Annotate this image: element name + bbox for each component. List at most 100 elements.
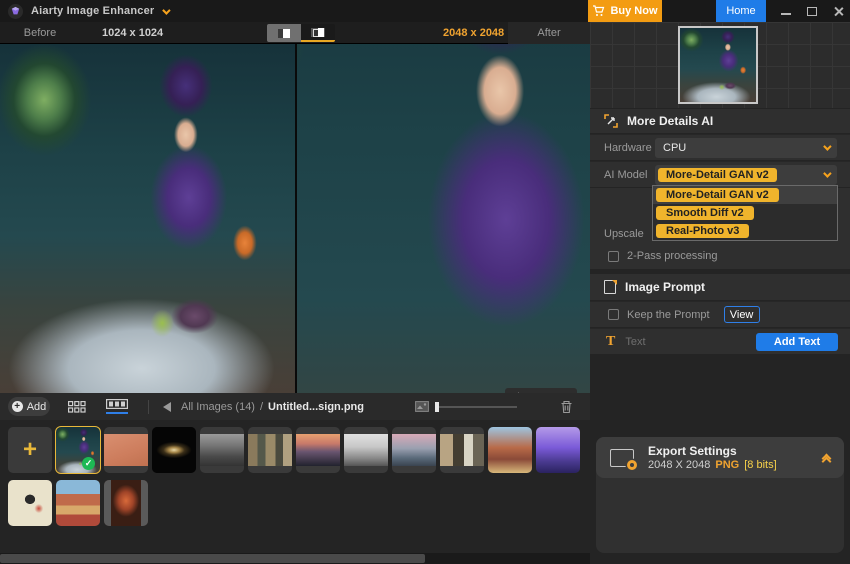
thumb-street-canyon[interactable] xyxy=(248,427,292,473)
cart-icon xyxy=(593,5,605,16)
thumb-facade-collage[interactable] xyxy=(440,427,484,473)
split-view-icon[interactable] xyxy=(301,24,335,42)
thumb-crow-illustration-image xyxy=(8,480,52,526)
thumb-dancers-monochrome-image xyxy=(344,434,388,466)
gear-icon xyxy=(627,459,637,470)
dropdown-option-1[interactable]: More-Detail GAN v2 xyxy=(653,186,837,204)
delete-image-icon[interactable] xyxy=(560,400,573,414)
thumb-selected-artwork[interactable]: ✓ xyxy=(55,426,101,474)
thumbnail-row-2 xyxy=(8,480,148,526)
thumb-street-scene-image xyxy=(56,480,100,526)
current-file-name: Untitled...sign.png xyxy=(268,400,364,413)
navigator-preview[interactable] xyxy=(590,22,850,108)
grid-view-icon[interactable] xyxy=(68,400,86,413)
two-pass-checkbox[interactable] xyxy=(608,250,619,262)
ai-model-label: AI Model xyxy=(604,168,648,181)
thumb-salmon-texture[interactable] xyxy=(104,427,148,473)
keep-prompt-checkbox[interactable] xyxy=(608,309,619,320)
slider-handle[interactable] xyxy=(435,401,439,412)
thumb-city-monochrome-image xyxy=(200,434,244,466)
before-image-pane[interactable] xyxy=(0,44,295,393)
close-icon[interactable] xyxy=(833,6,844,17)
image-prompt-title: Image Prompt xyxy=(625,280,706,294)
filmstrip-view-icon[interactable] xyxy=(106,399,128,414)
thumb-red-figure-image xyxy=(104,480,148,526)
export-format: PNG xyxy=(715,459,740,471)
thumb-city-monochrome[interactable] xyxy=(200,427,244,473)
app-title: Aiarty Image Enhancer xyxy=(31,5,155,17)
minimize-icon[interactable] xyxy=(781,8,791,15)
thumbnail-size-slider[interactable] xyxy=(435,401,517,412)
two-pass-label: 2-Pass processing xyxy=(627,250,718,262)
document-icon xyxy=(604,279,617,294)
thumb-city-neon[interactable] xyxy=(536,427,580,473)
after-dimensions: 2048 x 2048 xyxy=(443,26,505,39)
image-viewer: Refresh 18% xyxy=(0,44,590,393)
add-image-button[interactable]: + Add xyxy=(8,397,50,416)
thumb-sunset-ridge-image xyxy=(296,434,340,466)
thumb-galaxy[interactable] xyxy=(152,427,196,473)
add-text-button[interactable]: Add Text xyxy=(756,332,838,351)
add-image-tile[interactable] xyxy=(8,427,52,473)
thumb-city-neon-image xyxy=(536,427,580,473)
navigator-thumbnail[interactable] xyxy=(678,26,758,104)
dropdown-option-3[interactable]: Real-Photo v3 xyxy=(653,222,837,240)
plus-icon: + xyxy=(11,401,23,412)
selected-check-icon: ✓ xyxy=(82,457,95,470)
thumb-sunset-ridge[interactable] xyxy=(296,427,340,473)
view-prompt-button[interactable]: View xyxy=(723,306,760,323)
view-mode-toggles xyxy=(267,24,335,42)
thumb-salmon-texture-image xyxy=(104,434,148,466)
text-label: Text xyxy=(625,335,646,348)
ai-model-row: AI Model More-Detail GAN v2 xyxy=(590,161,850,187)
hardware-row: Hardware CPU xyxy=(590,134,850,160)
hardware-select[interactable]: CPU xyxy=(655,137,837,158)
home-button[interactable]: Home xyxy=(716,0,766,22)
chevron-down-icon xyxy=(823,168,832,178)
more-details-ai-header: More Details AI xyxy=(590,109,850,133)
horizontal-scrollbar-thumb[interactable] xyxy=(0,554,425,563)
keep-prompt-label: Keep the Prompt xyxy=(627,308,710,321)
back-arrow-icon[interactable] xyxy=(163,401,171,412)
ai-model-select[interactable]: More-Detail GAN v2 xyxy=(655,164,837,185)
chevron-down-icon xyxy=(823,141,832,151)
keep-prompt-row: Keep the Prompt View xyxy=(590,301,850,327)
enhance-icon xyxy=(604,114,618,128)
collection-name[interactable]: All Images (14) xyxy=(181,401,255,413)
before-image xyxy=(0,44,295,393)
app-logo-icon xyxy=(8,3,23,19)
two-pass-row: 2-Pass processing xyxy=(590,243,850,269)
single-view-icon[interactable] xyxy=(267,24,301,42)
export-dimensions: 2048 X 2048 xyxy=(648,459,711,471)
tab-before[interactable]: Before xyxy=(0,27,80,39)
thumbnail-size-control xyxy=(415,401,517,412)
export-settings-panel[interactable]: Export Settings 2048 X 2048 PNG [8 bits] xyxy=(596,437,844,478)
thumb-dancers-monochrome[interactable] xyxy=(344,427,388,473)
thumb-skyline-dusk[interactable] xyxy=(392,427,436,473)
thumb-skyline-dusk-image xyxy=(392,434,436,466)
after-image-pane[interactable] xyxy=(297,44,590,393)
tab-after[interactable]: After xyxy=(508,22,590,44)
thumb-street-scene[interactable] xyxy=(56,480,100,526)
export-summary: 2048 X 2048 PNG [8 bits] xyxy=(648,459,777,471)
text-tool-icon: T xyxy=(606,333,616,349)
ai-model-selected-pill: More-Detail GAN v2 xyxy=(658,167,777,182)
buy-now-button[interactable]: Buy Now xyxy=(588,0,662,22)
text-row: T Text Add Text xyxy=(590,328,850,354)
thumb-crow-illustration[interactable] xyxy=(8,480,52,526)
app-menu-chevron-icon[interactable] xyxy=(162,2,172,20)
collapse-chevrons-icon[interactable] xyxy=(821,453,832,466)
export-settings-icon xyxy=(610,448,637,470)
image-prompt-header: Image Prompt xyxy=(590,274,850,300)
pane-divider[interactable] xyxy=(295,44,297,393)
thumb-red-figure[interactable] xyxy=(104,480,148,526)
dropdown-option-2[interactable]: Smooth Diff v2 xyxy=(653,204,837,222)
library-toolbar: + Add All Images (14) / Untitled...sign.… xyxy=(0,393,590,420)
thumbnail-strip: ✓ xyxy=(0,420,590,553)
maximize-icon[interactable] xyxy=(807,6,817,16)
after-image xyxy=(297,44,590,393)
thumb-street-color[interactable] xyxy=(488,427,532,473)
more-details-ai-title: More Details AI xyxy=(627,114,714,128)
breadcrumb: All Images (14) / Untitled...sign.png xyxy=(181,400,364,413)
thumb-facade-collage-image xyxy=(440,434,484,466)
